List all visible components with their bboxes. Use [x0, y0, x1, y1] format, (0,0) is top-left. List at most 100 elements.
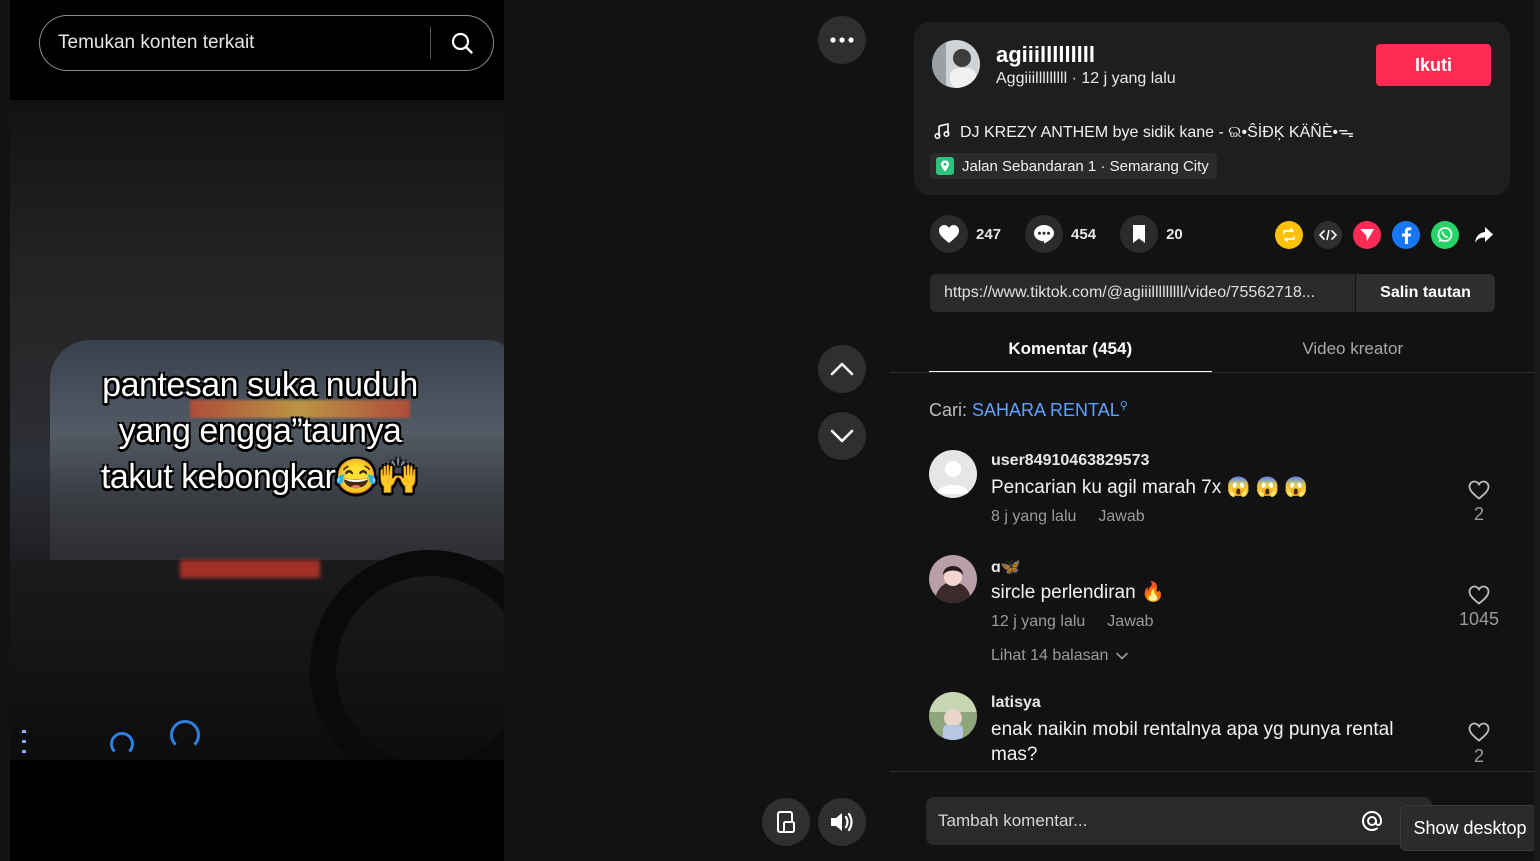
tab-creator-videos[interactable]: Video kreator — [1212, 326, 1495, 372]
video-scene-gauge — [110, 732, 134, 756]
video-controls-area — [504, 0, 890, 861]
save-count: 20 — [1166, 225, 1183, 243]
engagement-actions: 247 454 20 — [930, 215, 1207, 253]
mini-player-button[interactable] — [762, 798, 810, 846]
search-hint-term[interactable]: SAHARA RENTAL — [972, 400, 1120, 420]
view-replies-button[interactable]: Lihat 14 balasan — [991, 647, 1129, 665]
comment-username[interactable]: ɑ🦋 — [991, 557, 1021, 577]
follow-button[interactable]: Ikuti — [1376, 44, 1491, 86]
video-caption: pantesan suka nuduh yang engga”taunya ta… — [50, 362, 470, 500]
comment-time: 12 j yang lalu — [991, 613, 1086, 630]
heart-outline-icon — [1468, 722, 1490, 742]
music-title: DJ KREZY ANTHEM bye sidik kane - ଇ•ŜİĐĶ … — [960, 124, 1354, 141]
comment-avatar[interactable] — [929, 692, 977, 740]
tabs-divider — [890, 372, 1535, 373]
repost-button[interactable] — [1275, 221, 1303, 249]
comment-item: ɑ🦋 sircle perlendiran 🔥 12 j yang lalu J… — [929, 555, 1509, 675]
comment-meta: 12 j yang lalu Jawab — [991, 613, 1154, 631]
save-button[interactable] — [1120, 215, 1159, 253]
video-player[interactable]: pantesan suka nuduh yang engga”taunya ta… — [10, 0, 504, 861]
embed-button[interactable] — [1314, 221, 1342, 249]
left-edge — [0, 0, 10, 861]
previous-video-button[interactable] — [818, 345, 866, 393]
comment-like-count: 1045 — [1458, 609, 1500, 629]
caption-line: takut kebongkar😂🙌 — [100, 458, 420, 496]
save-action[interactable]: 20 — [1120, 215, 1183, 253]
comment-like-button[interactable]: 2 — [1449, 722, 1509, 767]
more-share-button[interactable] — [1470, 221, 1498, 249]
search-hint-prefix: Cari: — [929, 400, 973, 420]
like-button[interactable] — [930, 215, 968, 253]
show-desktop-button[interactable]: Show desktop — [1400, 805, 1540, 851]
copy-link-button[interactable]: Salin tautan — [1355, 274, 1495, 312]
comment-item: latisya enak naikin mobil rentalnya apa … — [929, 692, 1509, 771]
whatsapp-icon — [1437, 227, 1453, 242]
location-label: Jalan Sebandaran 1 · Semarang City — [962, 157, 1209, 175]
caption-line: yang engga”taunya — [118, 412, 402, 450]
video-scene-red-light — [180, 560, 320, 578]
panel-tabs: Komentar (454) Video kreator — [929, 326, 1495, 373]
search-icon — [451, 32, 473, 54]
video-link-box: https://www.tiktok.com/@agiiilllllllll/v… — [930, 274, 1495, 312]
reply-button[interactable]: Jawab — [1098, 508, 1144, 526]
post-time: 12 j yang lalu — [1081, 70, 1176, 87]
comment-avatar[interactable] — [929, 450, 977, 498]
volume-icon — [831, 812, 853, 832]
comment-text: sircle perlendiran 🔥 — [991, 582, 1165, 603]
mention-button[interactable] — [1352, 797, 1392, 845]
comment-like-button[interactable]: 1045 — [1449, 585, 1509, 630]
share-whatsapp-button[interactable] — [1431, 221, 1459, 249]
heart-outline-icon — [1468, 480, 1490, 500]
share-facebook-button[interactable] — [1392, 221, 1420, 249]
comment-username[interactable]: user84910463829573 — [991, 452, 1149, 470]
comment-action[interactable]: 454 — [1025, 215, 1096, 253]
more-options-button[interactable] — [818, 16, 866, 64]
like-action[interactable]: 247 — [930, 215, 1001, 253]
view-replies-label: Lihat 14 balasan — [991, 647, 1109, 664]
author-meta: Aggiiilllllllll · 12 j yang lalu — [996, 70, 1176, 88]
repost-icon — [1283, 228, 1295, 242]
add-comment-input[interactable] — [926, 811, 1352, 831]
author-avatar[interactable] — [932, 40, 980, 88]
video-url[interactable]: https://www.tiktok.com/@agiiilllllllll/v… — [930, 284, 1355, 302]
send-to-friends-button[interactable] — [1353, 221, 1381, 249]
search-small-icon: ⚲ — [1119, 400, 1128, 412]
music-link[interactable]: DJ KREZY ANTHEM bye sidik kane - ଇ•ŜİĐĶ … — [934, 120, 1354, 142]
bookmark-icon — [1133, 225, 1146, 243]
send-paper-plane-icon — [1360, 229, 1374, 241]
comment-avatar[interactable] — [929, 555, 977, 603]
comment-button[interactable] — [1025, 215, 1064, 253]
comment-composer — [926, 797, 1432, 845]
chevron-down-icon — [1116, 652, 1129, 660]
scrollbar-track[interactable] — [1534, 0, 1540, 861]
video-scene-dots — [22, 730, 26, 760]
reply-button[interactable]: Jawab — [1107, 613, 1153, 631]
tab-comments[interactable]: Komentar (454) — [929, 326, 1212, 373]
search-button[interactable] — [431, 15, 493, 71]
related-search-box — [39, 15, 494, 71]
mini-player-icon — [777, 811, 795, 833]
comment-like-button[interactable]: 2 — [1449, 480, 1509, 525]
heart-icon — [939, 225, 959, 243]
next-video-button[interactable] — [818, 412, 866, 460]
comment-username[interactable]: latisya — [991, 694, 1041, 712]
author-username[interactable]: agiiilllllllll — [996, 42, 1095, 68]
location-chip[interactable]: Jalan Sebandaran 1 · Semarang City — [930, 153, 1217, 179]
heart-outline-icon — [1468, 585, 1490, 605]
location-pin-icon — [936, 157, 954, 175]
chevron-up-icon — [830, 362, 854, 376]
share-row — [1275, 221, 1498, 249]
comment-meta: 8 j yang lalu Jawab — [991, 508, 1145, 526]
comment-bar-divider — [890, 771, 1540, 772]
chevron-down-icon — [830, 429, 854, 443]
share-arrow-icon — [1475, 227, 1493, 243]
related-search-input[interactable] — [40, 32, 430, 54]
comment-search-suggestion: Cari: SAHARA RENTAL⚲ — [929, 399, 1128, 421]
info-panel: agiiilllllllll Aggiiilllllllll · 12 j ya… — [890, 0, 1540, 861]
author-card: agiiilllllllll Aggiiilllllllll · 12 j ya… — [914, 22, 1510, 195]
more-dots-icon — [830, 37, 854, 43]
volume-button[interactable] — [818, 798, 866, 846]
author-nickname: Aggiiilllllllll — [996, 70, 1068, 87]
comment-item: user84910463829573 Pencarian ku agil mar… — [929, 450, 1509, 540]
facebook-icon — [1402, 227, 1412, 244]
